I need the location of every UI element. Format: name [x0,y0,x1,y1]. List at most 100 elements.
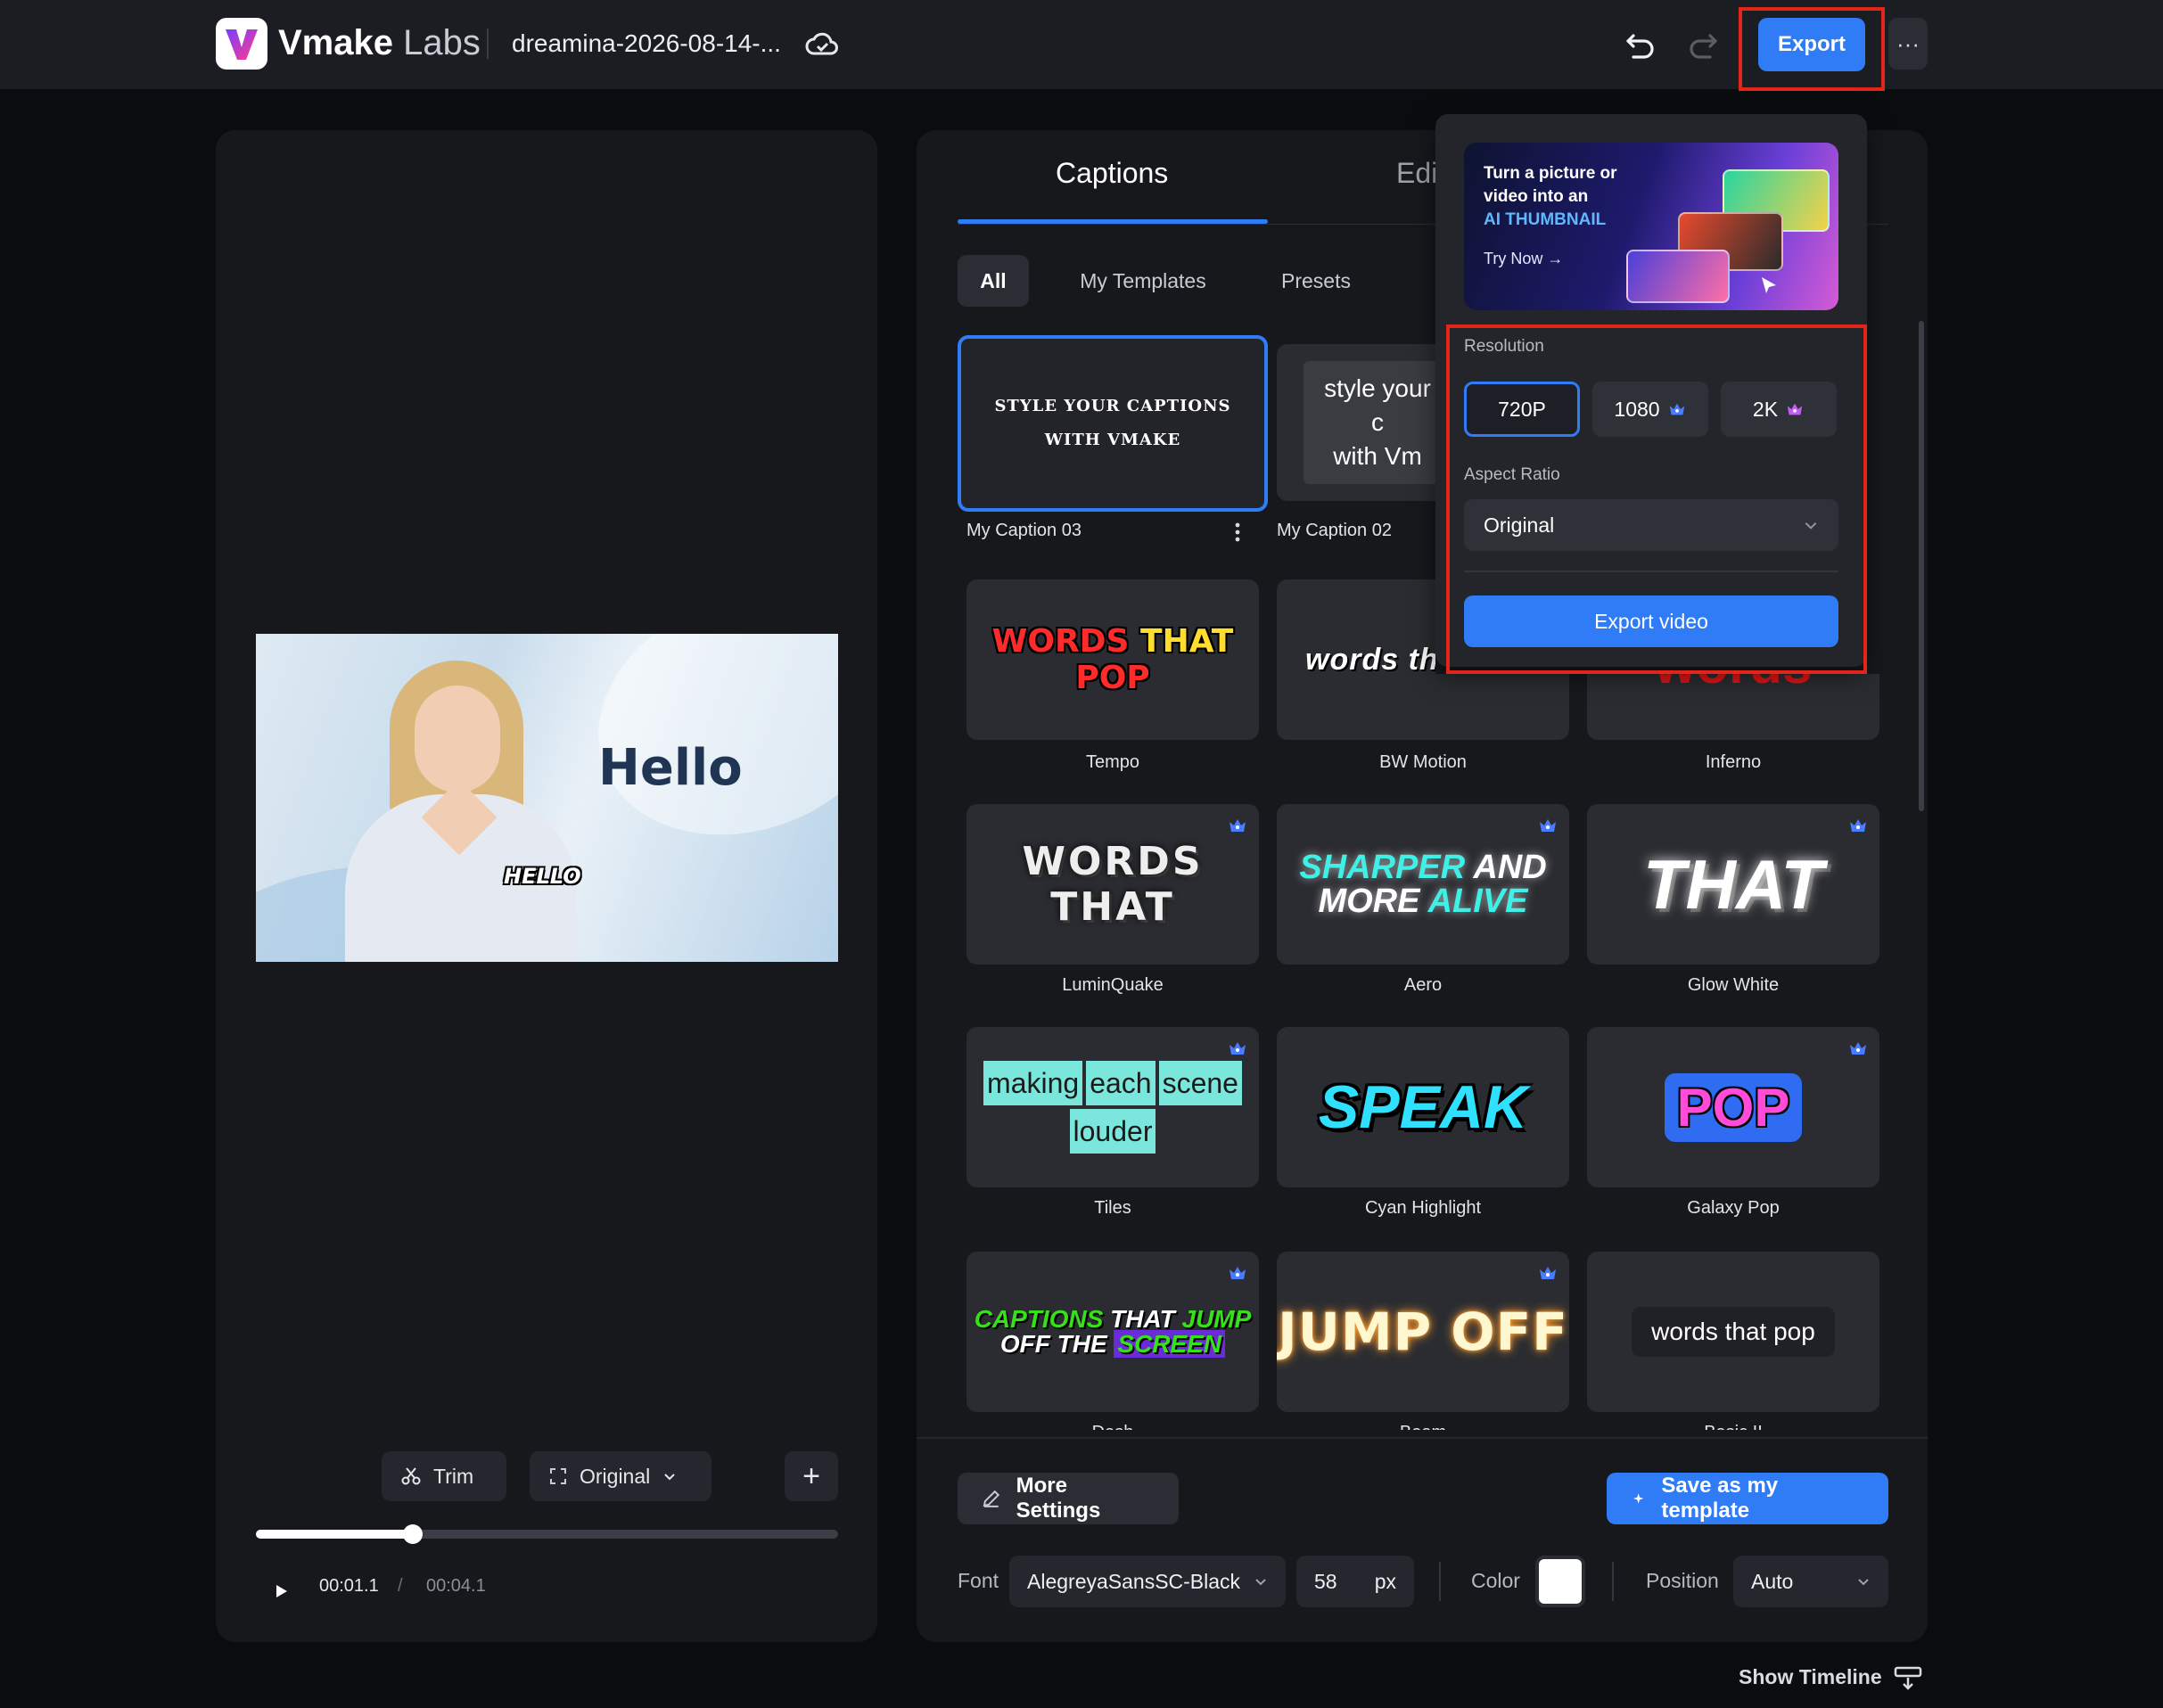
aspect-ratio-dropdown[interactable]: Original [530,1451,711,1501]
font-select[interactable]: AlegreyaSansSC-Black [1009,1556,1286,1607]
filter-my-templates[interactable]: My Templates [1063,255,1223,307]
undo-icon[interactable] [1623,27,1658,62]
more-settings-button[interactable]: More Settings [958,1473,1179,1524]
cursor-icon [1762,277,1776,293]
current-time: 00:01.1 [319,1576,379,1596]
template-name: Glow White [1687,975,1780,995]
timeline-icon[interactable] [1894,1665,1922,1692]
brand-name: Vmake Labs [278,23,481,62]
template-name: Tiles [1094,1198,1131,1218]
caption-template-card[interactable]: SHARPER AND MORE ALIVE [1277,804,1569,965]
caption-template-card [1435,674,1569,740]
redo-icon[interactable] [1685,27,1721,62]
trim-button[interactable]: Trim [382,1451,506,1501]
caption-template-card[interactable]: style your c with Vm [1277,344,1435,501]
template-sample: words th [1305,642,1435,677]
banner-text: Turn a picture or video into an AI THUMB… [1484,164,1617,229]
template-name: LuminQuake [1062,975,1164,995]
template-sample: CAPTIONS THAT JUMP OFF THE SCREEN [974,1305,1252,1358]
thumbnail-preview [1626,250,1730,303]
font-size-unit: px [1374,1569,1396,1593]
templates-scrollbar[interactable] [1919,321,1924,811]
chevron-down-icon [664,1474,675,1481]
color-label: Color [1471,1569,1520,1592]
document-title[interactable]: dreamina-2026-08-14-... [512,25,781,62]
premium-crown-icon [1850,819,1866,832]
template-name: Inferno [1705,752,1762,772]
tab-captions[interactable]: Captions [1056,157,1168,190]
caption-template-card[interactable]: making each scene louder [966,1027,1259,1187]
caption-overlay[interactable]: HELLO [504,864,581,889]
save-template-label: Save as my template [1661,1474,1779,1523]
template-name: Aero [1403,975,1443,995]
premium-crown-icon [1850,1042,1866,1055]
kebab-menu-icon[interactable] [1229,521,1246,544]
template-sample: making each scene louder [982,1059,1244,1155]
brand-divider [487,29,489,59]
template-sample: STYLE YOUR CAPTIONS WITH VMAKE [994,397,1231,449]
bottom-fade [917,1430,1928,1442]
caption-template-card[interactable]: words that pop [1587,1252,1879,1412]
font-value: AlegreyaSansSC-Black [1027,1569,1241,1593]
template-sample: SHARPER AND MORE ALIVE [1299,849,1547,920]
cloud-sync-icon[interactable] [804,27,840,62]
caption-template-card[interactable]: WORDS THAT [966,804,1259,965]
divider [1612,1562,1614,1601]
color-swatch[interactable] [1535,1556,1585,1607]
caption-template-card[interactable]: SPEAK [1277,1027,1569,1187]
divider [1439,1562,1441,1601]
ai-thumbnail-banner[interactable]: Turn a picture or video into an AI THUMB… [1464,143,1838,310]
template-sample: THAT [1642,844,1824,924]
time-separator: / [398,1576,403,1596]
premium-crown-icon [1540,1267,1556,1279]
caption-template-card[interactable]: WORDS THAT POP [966,579,1259,740]
trim-label: Trim [433,1464,474,1488]
caption-template-card[interactable]: POP [1587,1027,1879,1187]
total-time: 00:04.1 [426,1576,486,1596]
export-highlight-box [1739,7,1885,91]
show-timeline-button[interactable]: Show Timeline [1739,1665,1882,1689]
save-as-template-button[interactable]: Save as my template [1607,1473,1888,1524]
bottom-divider [917,1437,1928,1439]
chevron-down-icon [1255,1579,1266,1586]
premium-crown-icon [1230,1042,1246,1055]
position-value: Auto [1751,1569,1794,1593]
font-size-input[interactable]: 58 px [1296,1556,1414,1607]
more-settings-label: More Settings [1016,1474,1101,1523]
template-sample: JUMP OFF [1278,1302,1568,1362]
premium-crown-icon [1230,819,1246,832]
template-name: Cyan Highlight [1364,1198,1482,1218]
try-now-link[interactable]: Try Now → [1484,250,1563,268]
caption-template-card[interactable]: CAPTIONS THAT JUMP OFF THE SCREEN [966,1252,1259,1412]
filter-presets[interactable]: Presets [1262,255,1369,307]
template-name: Galaxy Pop [1687,1198,1780,1218]
template-name: My Caption 02 [1277,521,1392,540]
play-icon[interactable] [271,1581,291,1601]
tab-edit[interactable]: Edi [1396,157,1437,190]
active-tab-indicator [958,219,1268,224]
template-sample: WORDS THAT POP [991,623,1234,696]
presenter-figure [415,686,500,792]
playback-progress [256,1530,414,1539]
scissors-icon [401,1467,421,1485]
position-select[interactable]: Auto [1733,1556,1888,1607]
caption-template-card[interactable]: JUMP OFF [1277,1252,1569,1412]
template-sample: SPEAK [1318,1073,1528,1141]
caption-template-card[interactable]: STYLE YOUR CAPTIONS WITH VMAKE [958,335,1268,512]
template-sample: style your c with Vm [1304,361,1435,484]
caption-template-card[interactable]: words th [1277,579,1435,740]
filter-all[interactable]: All [958,255,1029,307]
sparkle-icon [1633,1493,1644,1504]
more-options-button[interactable]: ··· [1888,18,1928,70]
caption-template-card[interactable]: THAT [1587,804,1879,965]
crop-frame-icon [550,1468,566,1484]
template-sample: POP [1664,1072,1803,1142]
caption-template-card[interactable]: words [1587,674,1879,740]
template-name: BW Motion [1379,752,1467,772]
video-preview[interactable]: Hello HELLO [256,634,838,962]
template-name: My Caption 03 [966,521,1082,540]
vmake-logo-icon [216,18,267,70]
video-title-overlay: Hello [598,739,743,797]
chevron-down-icon [1858,1579,1869,1586]
add-button[interactable]: + [785,1451,838,1501]
